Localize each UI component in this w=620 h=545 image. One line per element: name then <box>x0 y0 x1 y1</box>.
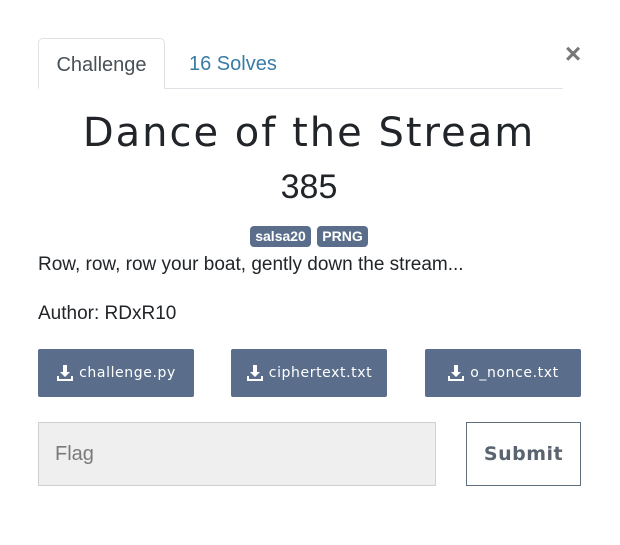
tab-challenge[interactable]: Challenge <box>38 38 165 89</box>
challenge-author: Author: RDxR10 <box>38 303 177 324</box>
file-name: challenge.py <box>79 365 176 381</box>
download-icon <box>56 364 74 382</box>
file-name: o_nonce.txt <box>470 365 559 381</box>
tab-solves[interactable]: 16 Solves <box>189 38 277 88</box>
challenge-modal: Challenge 16 Solves × Dance of the Strea… <box>0 0 620 545</box>
download-file-button[interactable]: o_nonce.txt <box>425 349 581 397</box>
tab-bar: Challenge 16 Solves <box>38 38 563 89</box>
tag-badge: salsa20 <box>250 226 311 247</box>
flag-input[interactable] <box>38 422 436 486</box>
tag-badge: PRNG <box>317 226 368 247</box>
download-icon <box>447 364 465 382</box>
download-icon <box>246 364 264 382</box>
file-name: ciphertext.txt <box>268 365 373 381</box>
challenge-description: Row, row, row your boat, gently down the… <box>38 254 464 275</box>
tag-list: salsa20 PRNG <box>0 226 618 247</box>
challenge-points: 385 <box>280 168 338 206</box>
challenge-title: Dance of the Stream <box>82 110 536 156</box>
close-icon[interactable]: × <box>561 40 585 68</box>
submit-button[interactable]: Submit <box>466 422 581 486</box>
download-file-button[interactable]: ciphertext.txt <box>231 349 387 397</box>
download-file-button[interactable]: challenge.py <box>38 349 194 397</box>
